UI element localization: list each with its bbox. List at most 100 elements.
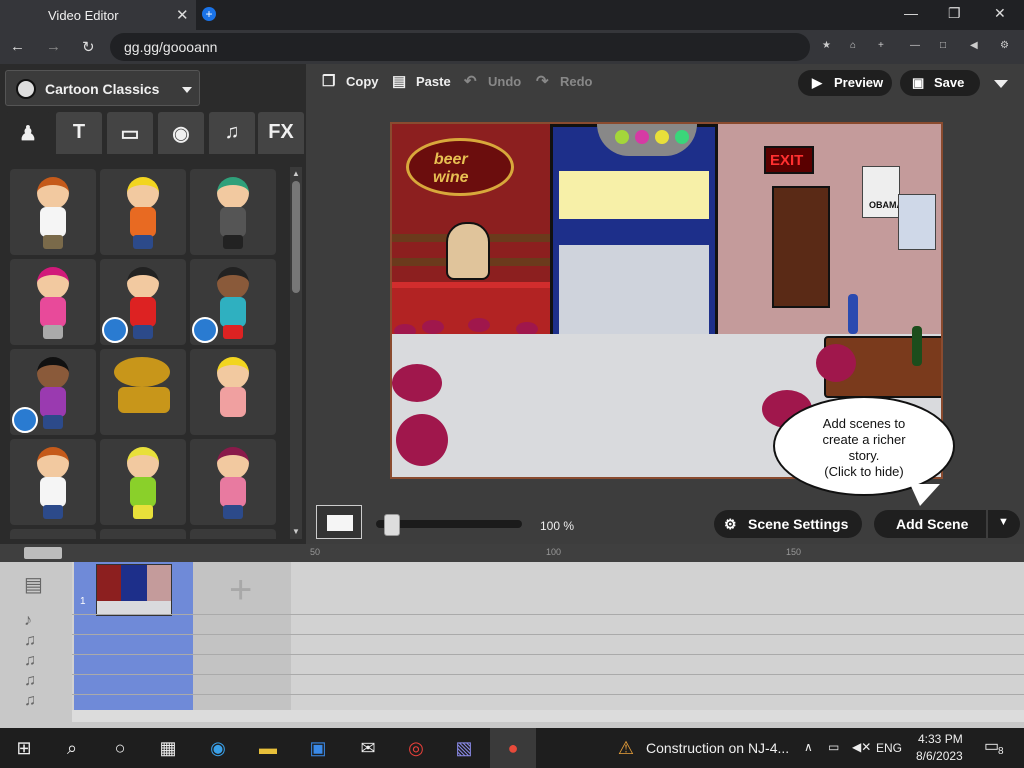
- clock-time[interactable]: 4:33 PM: [918, 732, 963, 746]
- browser-tab[interactable]: Video Editor ✕: [0, 0, 196, 30]
- url-field[interactable]: gg.gg/goooann: [110, 33, 810, 61]
- zoom-slider-knob[interactable]: [384, 514, 400, 536]
- redo-button[interactable]: ↷ Redo: [536, 72, 593, 94]
- restore-icon[interactable]: ❐: [948, 5, 961, 22]
- character-tile[interactable]: [100, 169, 186, 255]
- timeline-zoom-handle[interactable]: [24, 547, 62, 559]
- tab-fx[interactable]: FX: [258, 112, 304, 154]
- character-head: [37, 447, 69, 479]
- character-tile[interactable]: [10, 529, 96, 539]
- undo-button[interactable]: ↶ Undo: [464, 72, 521, 94]
- clock-date[interactable]: 8/6/2023: [916, 749, 963, 763]
- task-view-icon[interactable]: ○: [108, 738, 132, 759]
- music-note-icon: ♫: [24, 672, 36, 689]
- timeline-tracks: 1 +: [72, 562, 1024, 710]
- tip-line4: (Click to hide): [824, 464, 904, 479]
- home-icon[interactable]: ⌂: [850, 40, 856, 51]
- new-tab-icon[interactable]: +: [202, 7, 216, 21]
- active-app[interactable]: ●: [490, 728, 536, 768]
- news-ticker[interactable]: Construction on NJ-4...: [646, 740, 789, 756]
- character-tile[interactable]: [190, 529, 276, 539]
- redo-icon: ↷: [536, 73, 549, 90]
- more-menu-icon[interactable]: [994, 80, 1008, 88]
- character-tile[interactable]: [100, 529, 186, 539]
- reload-icon[interactable]: ↻: [82, 38, 95, 56]
- volume-muted-icon[interactable]: ◀✕: [852, 740, 871, 754]
- music-note-icon: ♫: [24, 652, 36, 669]
- edge-icon[interactable]: ◉: [206, 738, 230, 759]
- close-window-icon[interactable]: ✕: [994, 5, 1006, 22]
- copy-button[interactable]: ❐ Copy: [322, 72, 379, 94]
- forward-icon[interactable]: →: [46, 38, 61, 55]
- tab-props[interactable]: ◉: [158, 112, 204, 154]
- video-editor-app-icon[interactable]: ▧: [452, 738, 476, 759]
- scroll-up-icon[interactable]: ▲: [290, 169, 302, 178]
- widgets-icon[interactable]: ▦: [156, 738, 180, 759]
- tab-speech[interactable]: T: [56, 112, 102, 154]
- light: [635, 130, 649, 144]
- audio-icon[interactable]: ◀: [970, 40, 978, 51]
- scene-settings-button[interactable]: ⚙ Scene Settings: [714, 510, 862, 538]
- character-tile[interactable]: [10, 259, 96, 345]
- character-tile[interactable]: [190, 439, 276, 525]
- file-explorer-icon[interactable]: ▬: [256, 738, 280, 759]
- preview-button[interactable]: ▶ Preview: [798, 70, 892, 96]
- save-disk-icon: ▣: [912, 75, 925, 90]
- settings-gear-icon[interactable]: ⚙: [1000, 40, 1009, 51]
- tab-music[interactable]: ♫: [209, 112, 255, 154]
- store-icon[interactable]: ▣: [306, 738, 330, 759]
- stage-size-button[interactable]: [316, 505, 362, 539]
- network-icon[interactable]: ▭: [828, 740, 839, 754]
- character-tile[interactable]: [100, 259, 186, 345]
- minimize-small-icon[interactable]: —: [910, 40, 920, 51]
- character-tile[interactable]: [10, 349, 96, 435]
- scene-1[interactable]: 1: [74, 562, 193, 710]
- add-scene-dropdown[interactable]: ▼: [988, 510, 1020, 538]
- add-scene-slot[interactable]: +: [193, 562, 291, 710]
- character-legs: [133, 505, 153, 519]
- theme-label: Cartoon Classics: [45, 81, 160, 97]
- mic-icon: ♪: [24, 612, 32, 629]
- character-head: [127, 447, 159, 479]
- maximize-small-icon[interactable]: □: [940, 40, 946, 51]
- chrome-icon[interactable]: ◎: [404, 738, 428, 759]
- tab-backgrounds[interactable]: ▭: [107, 112, 153, 154]
- exit-sign: EXIT: [764, 146, 814, 174]
- add-scene-button[interactable]: Add Scene: [874, 510, 986, 538]
- windows-start-icon[interactable]: ⊞: [12, 738, 36, 759]
- screen-icon: [327, 515, 353, 531]
- asset-scrollbar[interactable]: ▲ ▼: [290, 167, 302, 539]
- scroll-thumb[interactable]: [292, 181, 300, 293]
- add-icon[interactable]: +: [878, 40, 884, 51]
- paste-button[interactable]: ▤ Paste: [392, 72, 451, 94]
- character-tile[interactable]: [10, 439, 96, 525]
- character-tile[interactable]: [100, 349, 186, 435]
- scroll-down-icon[interactable]: ▼: [290, 527, 302, 536]
- timeline-scrollbar[interactable]: [72, 710, 1024, 722]
- character-head: [127, 177, 159, 209]
- search-icon[interactable]: ⌕: [60, 738, 84, 759]
- save-button[interactable]: ▣ Save: [900, 70, 980, 96]
- beer-wine-text: beer wine: [433, 151, 469, 187]
- character-tile[interactable]: [190, 349, 276, 435]
- tip-line1: Add scenes to: [822, 416, 906, 431]
- music-icon: ♫: [224, 121, 240, 143]
- back-icon[interactable]: ←: [10, 38, 25, 55]
- minimize-icon[interactable]: —: [904, 5, 918, 21]
- notification-icon[interactable]: ▭: [984, 736, 999, 756]
- language-indicator[interactable]: ENG: [876, 741, 902, 755]
- person-icon: ♟: [19, 123, 37, 145]
- character-tile[interactable]: [100, 439, 186, 525]
- bartender-character[interactable]: [446, 222, 490, 280]
- tab-close-icon[interactable]: ✕: [176, 6, 189, 24]
- character-tile[interactable]: [10, 169, 96, 255]
- mail-icon[interactable]: ✉: [356, 738, 380, 759]
- theme-select[interactable]: Cartoon Classics: [5, 70, 200, 106]
- character-tile[interactable]: [190, 169, 276, 255]
- tab-characters[interactable]: ♟: [5, 112, 51, 154]
- tip-line2: create a richer: [822, 432, 906, 447]
- tip-bubble[interactable]: Add scenes to create a richer story. (Cl…: [773, 396, 955, 496]
- bookmark-star-icon[interactable]: ★: [822, 40, 831, 51]
- character-tile[interactable]: [190, 259, 276, 345]
- tray-up-icon[interactable]: ∧: [804, 740, 813, 754]
